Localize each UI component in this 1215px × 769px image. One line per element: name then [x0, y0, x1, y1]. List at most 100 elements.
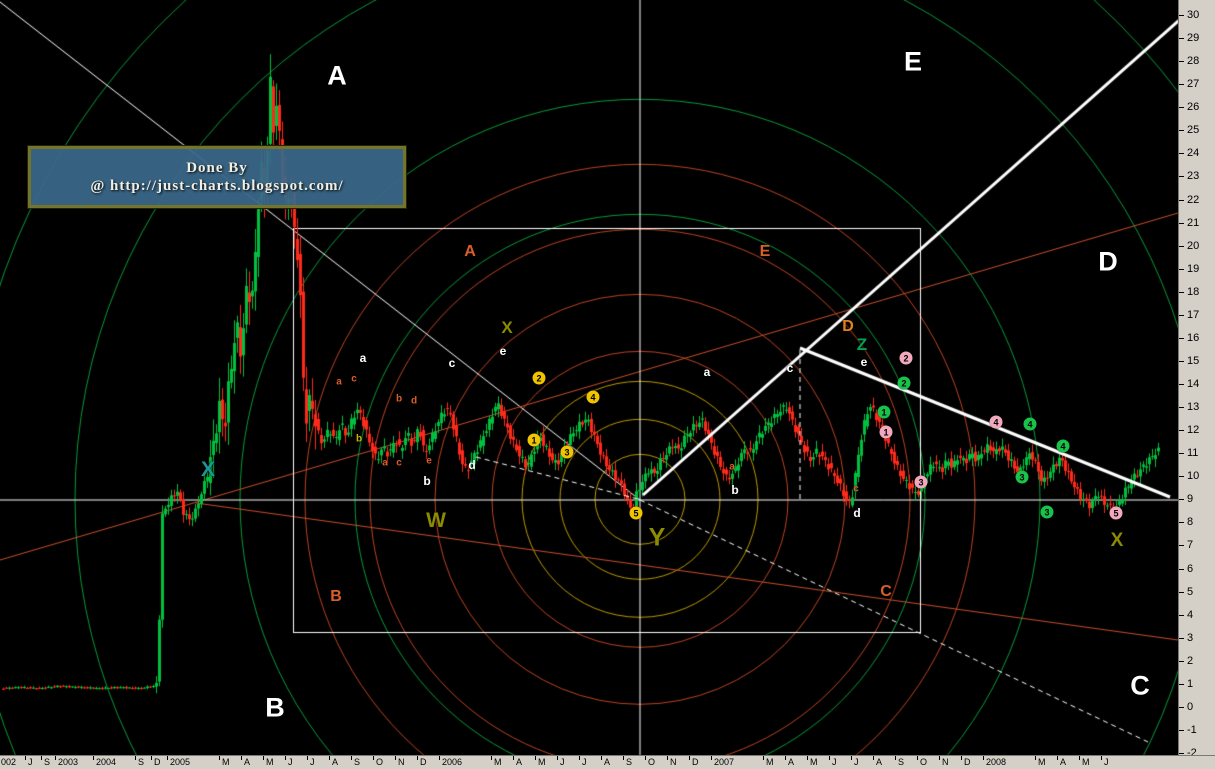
y-axis-label: 8 — [1187, 516, 1194, 529]
y-axis-label: 2 — [1187, 654, 1194, 667]
x-axis-label: N — [942, 757, 949, 767]
x-axis-tick — [689, 756, 690, 760]
y-axis-tick — [1179, 453, 1184, 455]
x-axis-tick — [373, 756, 374, 760]
y-axis-tick — [1179, 314, 1184, 316]
x-axis-label: J — [28, 757, 33, 767]
x-axis-label: D — [964, 757, 971, 767]
x-axis-tick — [667, 756, 668, 760]
y-axis-tick — [1179, 637, 1184, 639]
watermark-line1: Done By — [186, 159, 248, 176]
x-axis-label: S — [626, 757, 633, 767]
y-axis-tick — [1179, 222, 1184, 224]
x-axis-tick — [307, 756, 308, 760]
x-axis-label: 2005 — [170, 757, 191, 767]
x-axis-label: O — [648, 757, 656, 767]
y-axis-label: 19 — [1187, 262, 1200, 275]
y-axis-tick — [1179, 245, 1184, 247]
x-axis-label: S — [898, 757, 905, 767]
chart-window: AEDCBXWYXXZAEDBCacebdabcedacbdaceacb1234… — [0, 0, 1215, 769]
y-axis-tick — [1179, 61, 1184, 63]
y-axis-label: 4 — [1187, 608, 1194, 621]
x-axis-tick — [851, 756, 852, 760]
y-axis-tick — [1179, 130, 1184, 132]
y-axis-tick — [1179, 591, 1184, 593]
x-axis-tick — [829, 756, 830, 760]
x-axis-tick — [285, 756, 286, 760]
x-axis-tick — [417, 756, 418, 760]
x-axis-label: J — [310, 757, 315, 767]
x-axis-label: A — [1060, 757, 1067, 767]
x-axis-tick — [535, 756, 536, 760]
y-axis-tick — [1179, 545, 1184, 547]
y-axis-label: 3 — [1187, 631, 1194, 644]
price-chart-canvas[interactable] — [0, 0, 1215, 769]
x-axis[interactable]: 002 J S 2003 2004 S D 2005 M A M J J A S O N D 2006 M A M J J A S… — [0, 755, 1215, 769]
x-axis-label: D — [692, 757, 699, 767]
x-axis-tick — [329, 756, 330, 760]
x-axis-tick — [961, 756, 962, 760]
x-axis-tick — [873, 756, 874, 760]
x-axis-label: J — [560, 757, 565, 767]
y-axis-label: 7 — [1187, 539, 1194, 552]
x-axis-tick — [1079, 756, 1080, 760]
x-axis-tick — [55, 756, 56, 760]
x-axis-label: 2003 — [58, 757, 79, 767]
y-axis-label: 26 — [1187, 101, 1200, 114]
y-axis-tick — [1179, 15, 1184, 16]
y-axis-label: 12 — [1187, 424, 1200, 437]
y-axis-tick — [1179, 614, 1184, 616]
x-axis-label: 2007 — [714, 757, 735, 767]
x-axis-tick — [895, 756, 896, 760]
watermark-box: Done By @ http://just-charts.blogspot.co… — [27, 145, 407, 209]
y-axis-label: 0 — [1187, 700, 1194, 713]
x-axis-label: 2008 — [986, 757, 1007, 767]
y-axis-tick — [1179, 337, 1184, 339]
x-axis-label: M — [494, 757, 502, 767]
x-axis-tick — [557, 756, 558, 760]
y-axis-tick — [1179, 430, 1184, 432]
x-axis-tick — [263, 756, 264, 760]
x-axis-label: A — [604, 757, 611, 767]
y-axis-label: 10 — [1187, 470, 1200, 483]
x-axis-label: O — [376, 757, 384, 767]
y-axis-tick — [1179, 407, 1184, 409]
x-axis-tick — [135, 756, 136, 760]
y-axis-tick — [1179, 568, 1184, 570]
watermark-line2: @ http://just-charts.blogspot.com/ — [90, 177, 344, 194]
x-axis-tick — [1101, 756, 1102, 760]
x-axis-tick — [785, 756, 786, 760]
y-axis-label: 25 — [1187, 124, 1200, 137]
y-axis-label: 18 — [1187, 285, 1200, 298]
y-axis-tick — [1179, 107, 1184, 109]
y-axis-label: 27 — [1187, 78, 1200, 91]
y-axis-label: 13 — [1187, 401, 1200, 414]
x-axis-label: J — [832, 757, 837, 767]
y-axis-tick — [1179, 476, 1184, 478]
y-axis[interactable]: 30 29 28 27 26 25 24 23 22 21 20 19 18 17 16 15 14 13 12 11… — [1178, 0, 1215, 759]
y-axis-label: 21 — [1187, 216, 1200, 229]
y-axis-label: 1 — [1187, 677, 1194, 690]
x-axis-tick — [983, 756, 984, 760]
x-axis-label: N — [398, 757, 405, 767]
x-axis-label: J — [288, 757, 293, 767]
x-axis-label: M — [1082, 757, 1090, 767]
y-axis-tick — [1179, 499, 1184, 501]
x-axis-tick — [513, 756, 514, 760]
y-axis-tick — [1179, 176, 1184, 178]
y-axis-label: 6 — [1187, 562, 1194, 575]
x-axis-label: M — [766, 757, 774, 767]
x-axis-tick — [41, 756, 42, 760]
x-axis-label: S — [138, 757, 145, 767]
x-axis-label: O — [920, 757, 928, 767]
x-axis-label: A — [788, 757, 795, 767]
x-axis-label: M — [1038, 757, 1046, 767]
y-axis-tick — [1179, 683, 1184, 685]
x-axis-label: A — [332, 757, 339, 767]
y-axis-label: 23 — [1187, 170, 1200, 183]
x-axis-label: M — [222, 757, 230, 767]
x-axis-label: D — [420, 757, 427, 767]
x-axis-label: J — [854, 757, 859, 767]
x-axis-label: M — [538, 757, 546, 767]
y-axis-label: 29 — [1187, 32, 1200, 45]
